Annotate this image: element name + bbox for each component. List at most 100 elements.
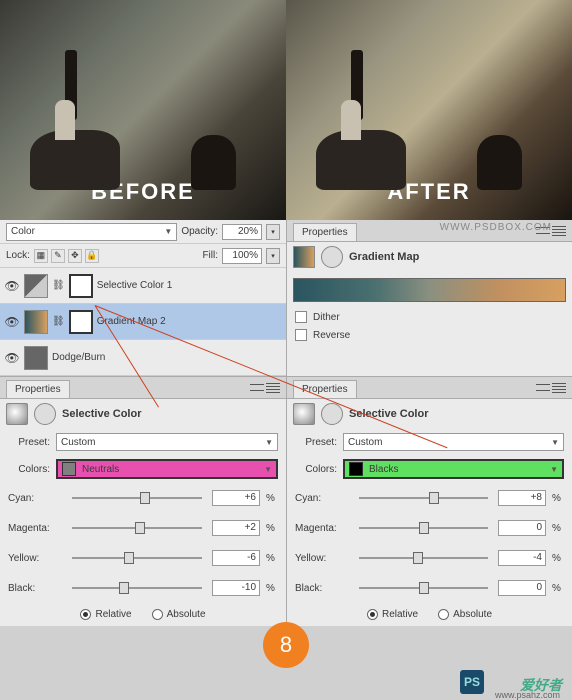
fill-input[interactable]: 100%: [222, 248, 262, 264]
slider-label: Magenta:: [295, 523, 349, 534]
layer-name: Dodge/Burn: [52, 352, 105, 363]
slider-value-input[interactable]: -10: [212, 580, 260, 596]
relative-radio[interactable]: [80, 609, 91, 620]
slider-track[interactable]: [72, 587, 202, 589]
mask-thumb[interactable]: [69, 274, 93, 298]
slider-value-input[interactable]: +2: [212, 520, 260, 536]
lock-all-icon[interactable]: 🔒: [85, 249, 99, 263]
blend-mode-dropdown[interactable]: Color▼: [6, 223, 177, 241]
before-image: BEFORE: [0, 0, 286, 220]
opacity-scrub[interactable]: ▾: [266, 224, 280, 240]
slider-handle[interactable]: [419, 522, 429, 534]
mask-thumb[interactable]: [69, 310, 93, 334]
reverse-label: Reverse: [313, 330, 350, 341]
gradient-map-icon: [293, 246, 315, 268]
relative-radio[interactable]: [367, 609, 378, 620]
colors-label: Colors:: [295, 464, 337, 475]
visibility-icon[interactable]: 👁: [4, 315, 20, 329]
slider-value-input[interactable]: -6: [212, 550, 260, 566]
visibility-icon[interactable]: 👁: [4, 351, 20, 365]
relative-label: Relative: [382, 609, 418, 620]
slider-handle[interactable]: [413, 552, 423, 564]
slider-track[interactable]: [359, 497, 488, 499]
comparison-images: BEFORE AFTER: [0, 0, 572, 220]
slider-track[interactable]: [72, 497, 202, 499]
absolute-radio[interactable]: [438, 609, 449, 620]
panel-menu-icon[interactable]: [552, 382, 566, 394]
slider-value-input[interactable]: +6: [212, 490, 260, 506]
slider-track[interactable]: [359, 587, 488, 589]
top-watermark: WWW.PSDBOX.COM: [440, 222, 552, 233]
color-swatch-icon: [62, 462, 76, 476]
colors-dropdown[interactable]: Blacks ▼: [343, 459, 564, 479]
reverse-checkbox[interactable]: [295, 329, 307, 341]
slider-value-input[interactable]: 0: [498, 520, 546, 536]
slider-value-input[interactable]: 0: [498, 580, 546, 596]
slider-handle[interactable]: [124, 552, 134, 564]
slider-handle[interactable]: [419, 582, 429, 594]
layer-name: Selective Color 1: [97, 280, 173, 291]
preset-dropdown[interactable]: Custom▼: [343, 433, 564, 451]
panel-menu-icon[interactable]: [552, 225, 566, 237]
slider-track[interactable]: [72, 557, 202, 559]
slider-track[interactable]: [72, 527, 202, 529]
visibility-icon[interactable]: 👁: [4, 279, 20, 293]
layers-panel: Color▼ Opacity: 20% ▾ Lock: ▦ ✎ ✥ 🔒 Fill…: [0, 220, 286, 376]
colors-label: Colors:: [8, 464, 50, 475]
opacity-label: Opacity:: [181, 226, 218, 237]
bottom-watermark-url: www.psahz.com: [495, 690, 560, 700]
slider-value-input[interactable]: -4: [498, 550, 546, 566]
properties-selective-color-panel: Properties Selective Color Preset: Custo…: [286, 376, 572, 626]
lock-transparency-icon[interactable]: ▦: [34, 249, 48, 263]
gradient-preview[interactable]: [293, 278, 566, 302]
colors-dropdown[interactable]: Neutrals ▼: [56, 459, 278, 479]
slider-value-input[interactable]: +8: [498, 490, 546, 506]
mask-icon[interactable]: [321, 403, 343, 425]
panel-title: Selective Color: [349, 408, 428, 420]
slider-track[interactable]: [359, 557, 488, 559]
mask-icon[interactable]: [321, 246, 343, 268]
layer-row-gradient-map[interactable]: 👁 ⛓ Gradient Map 2: [0, 304, 286, 340]
layer-row-dodge-burn[interactable]: 👁 Dodge/Burn: [0, 340, 286, 376]
opacity-input[interactable]: 20%: [222, 224, 262, 240]
slider-label: Yellow:: [295, 553, 349, 564]
slider-handle[interactable]: [429, 492, 439, 504]
slider-label: Magenta:: [8, 523, 62, 534]
mask-icon[interactable]: [34, 403, 56, 425]
properties-tab[interactable]: Properties: [293, 223, 357, 241]
fill-scrub[interactable]: ▾: [266, 248, 280, 264]
preset-dropdown[interactable]: Custom▼: [56, 433, 278, 451]
selective-color-icon: [6, 403, 28, 425]
fill-label: Fill:: [202, 250, 218, 261]
panel-collapse-icon[interactable]: [250, 382, 264, 394]
slider-handle[interactable]: [140, 492, 150, 504]
link-icon: ⛓: [52, 280, 65, 291]
layer-row-selective-color[interactable]: 👁 ⛓ Selective Color 1: [0, 268, 286, 304]
lock-pixels-icon[interactable]: ✎: [51, 249, 65, 263]
dither-checkbox[interactable]: [295, 311, 307, 323]
absolute-radio[interactable]: [152, 609, 163, 620]
panel-title: Selective Color: [62, 408, 141, 420]
selective-color-icon: [293, 403, 315, 425]
after-image: AFTER: [286, 0, 572, 220]
properties-tab[interactable]: Properties: [6, 380, 70, 398]
gradient-thumb-icon: [24, 310, 48, 334]
lock-label: Lock:: [6, 250, 30, 261]
properties-selective-color-panel: Properties Selective Color Preset: Custo…: [0, 376, 286, 626]
slider-label: Black:: [8, 583, 62, 594]
step-badge: 8: [263, 622, 309, 668]
panel-collapse-icon[interactable]: [536, 382, 550, 394]
absolute-label: Absolute: [167, 609, 206, 620]
adjustment-thumb-icon: [24, 274, 48, 298]
ps-logo-icon: PS: [460, 670, 484, 694]
slider-track[interactable]: [359, 527, 488, 529]
relative-label: Relative: [95, 609, 131, 620]
dither-label: Dither: [313, 312, 340, 323]
panel-menu-icon[interactable]: [266, 382, 280, 394]
lock-position-icon[interactable]: ✥: [68, 249, 82, 263]
slider-handle[interactable]: [119, 582, 129, 594]
preset-label: Preset:: [8, 437, 50, 448]
preset-label: Preset:: [295, 437, 337, 448]
slider-handle[interactable]: [135, 522, 145, 534]
slider-label: Cyan:: [295, 493, 349, 504]
